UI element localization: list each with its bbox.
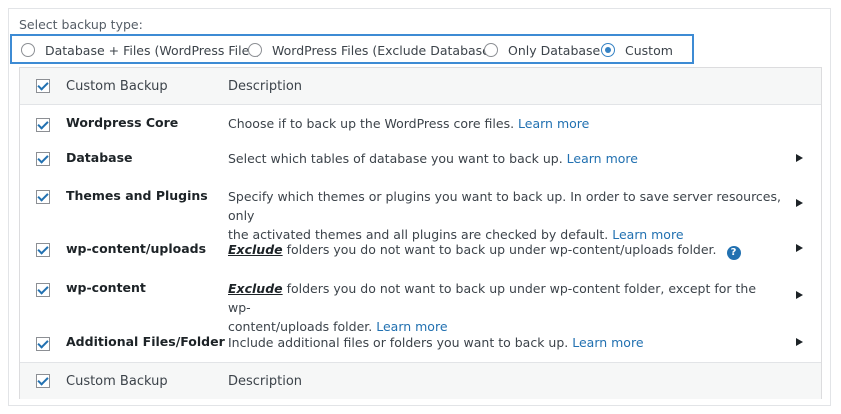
radio-wordpress-files[interactable]: WordPress Files (Exclude Database) xyxy=(248,41,495,59)
select-all-footer-checkbox[interactable] xyxy=(36,374,50,388)
backup-type-label: Select backup type: xyxy=(19,17,143,32)
row-name: Themes and Plugins xyxy=(66,188,208,203)
radio-custom[interactable]: Custom xyxy=(601,41,673,59)
row-name: wp-content/uploads xyxy=(66,241,207,256)
select-all-checkbox[interactable] xyxy=(36,79,50,93)
wp-content-checkbox[interactable] xyxy=(36,283,50,297)
row-description: Select which tables of database you want… xyxy=(228,151,638,166)
backup-type-group: Database + Files (WordPress Files) WordP… xyxy=(10,34,694,64)
row-name: Wordpress Core xyxy=(66,115,179,130)
exclude-text: Exclude xyxy=(228,242,283,257)
header-description: Description xyxy=(228,78,303,94)
radio-label: Only Database xyxy=(508,42,601,58)
radio-label: Custom xyxy=(625,42,673,58)
expand-arrow-icon[interactable] xyxy=(796,244,803,252)
radio-only-database[interactable]: Only Database xyxy=(484,41,600,59)
footer-description: Description xyxy=(228,373,303,389)
learn-more-link[interactable]: Learn more xyxy=(567,151,638,166)
table-row-themes-plugins: Themes and Plugins Specify which themes … xyxy=(20,178,821,242)
row-name: Database xyxy=(66,150,133,165)
table-row-wp-content-uploads: wp-content/uploads Exclude folders you d… xyxy=(20,236,821,274)
row-description: Include additional files or folders you … xyxy=(228,335,644,350)
help-icon[interactable]: ? xyxy=(726,246,741,260)
learn-more-link[interactable]: Learn more xyxy=(518,116,589,131)
radio-circle[interactable] xyxy=(484,43,498,57)
radio-circle-checked[interactable] xyxy=(601,43,615,57)
additional-files-checkbox[interactable] xyxy=(36,337,50,351)
custom-backup-table: Custom Backup Description Wordpress Core… xyxy=(19,67,822,399)
table-header: Custom Backup Description xyxy=(20,68,821,105)
row-name: wp-content xyxy=(66,280,146,295)
themes-plugins-checkbox[interactable] xyxy=(36,190,50,204)
row-description: Exclude folders you do not want to back … xyxy=(228,281,757,334)
row-description: Exclude folders you do not want to back … xyxy=(228,240,768,260)
radio-circle[interactable] xyxy=(248,43,262,57)
expand-arrow-icon[interactable] xyxy=(796,154,803,162)
footer-custom-backup: Custom Backup xyxy=(66,373,168,389)
row-name: Additional Files/Folder xyxy=(66,334,225,349)
exclude-text: Exclude xyxy=(228,281,283,296)
radio-circle[interactable] xyxy=(21,43,35,57)
expand-arrow-icon[interactable] xyxy=(796,338,803,346)
table-row-database: Database Select which tables of database… xyxy=(20,142,821,178)
table-row-wp-content: wp-content Exclude folders you do not wa… xyxy=(20,274,821,334)
header-custom-backup: Custom Backup xyxy=(66,78,168,94)
expand-arrow-icon[interactable] xyxy=(796,199,803,207)
radio-label: WordPress Files (Exclude Database) xyxy=(272,42,495,58)
radio-database-files[interactable]: Database + Files (WordPress Files) xyxy=(21,41,261,59)
table-footer: Custom Backup Description xyxy=(20,362,821,399)
radio-label: Database + Files (WordPress Files) xyxy=(45,42,261,58)
table-row-wordpress-core: Wordpress Core Choose if to back up the … xyxy=(20,104,821,142)
row-description: Choose if to back up the WordPress core … xyxy=(228,116,590,131)
wp-content-uploads-checkbox[interactable] xyxy=(36,243,50,257)
expand-arrow-icon[interactable] xyxy=(796,291,803,299)
table-row-additional-files: Additional Files/Folder Include addition… xyxy=(20,332,821,362)
learn-more-link[interactable]: Learn more xyxy=(572,335,643,350)
wordpress-core-checkbox[interactable] xyxy=(36,118,50,132)
database-checkbox[interactable] xyxy=(36,152,50,166)
